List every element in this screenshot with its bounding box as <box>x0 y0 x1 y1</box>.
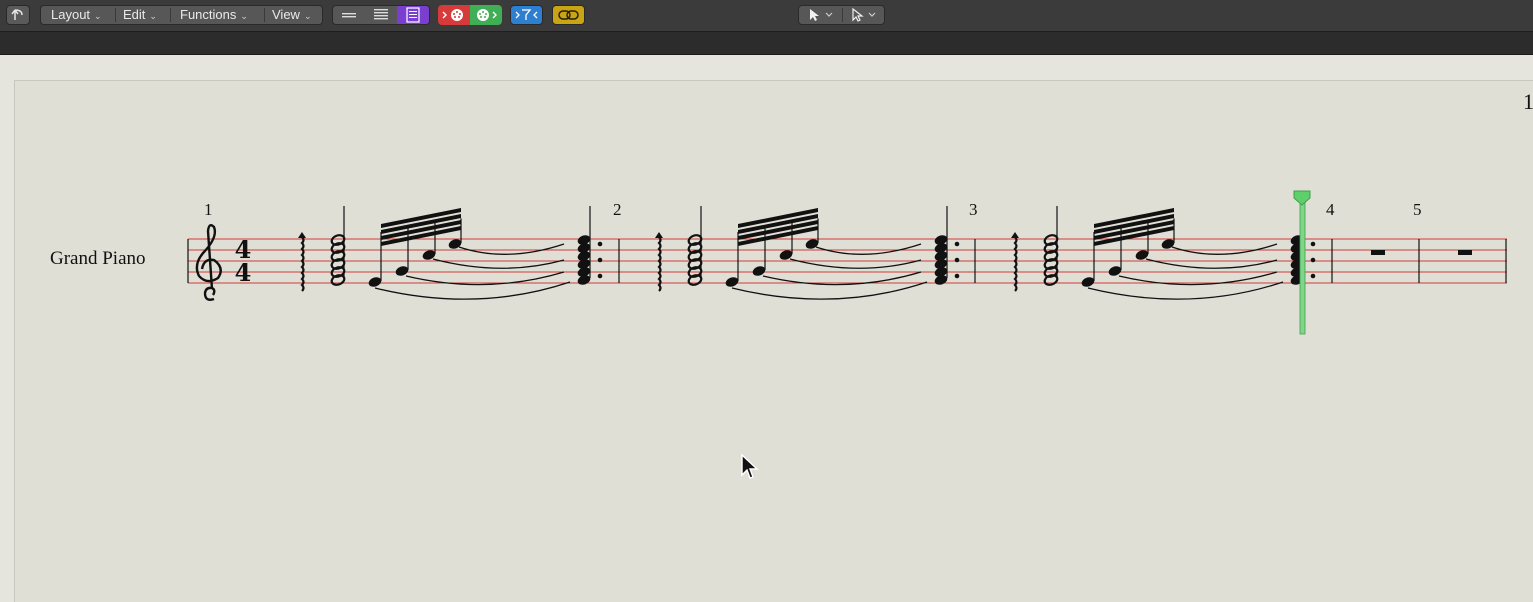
menu-functions[interactable]: Functions ⌄ <box>180 6 248 24</box>
menu-layout[interactable]: Layout ⌄ <box>51 6 102 24</box>
filter-button[interactable] <box>510 5 543 25</box>
menu-layout-label: Layout <box>51 7 91 22</box>
page-icon <box>406 7 420 23</box>
link-icon <box>558 10 579 20</box>
note-head <box>1081 277 1095 287</box>
staff-lines <box>188 238 1507 284</box>
midi-in-icon <box>477 9 497 21</box>
treble-clef-icon <box>195 224 222 301</box>
note-head <box>752 266 766 276</box>
chevron-down-icon: ⌄ <box>303 11 312 21</box>
arpeggio-arrow <box>1011 232 1019 238</box>
linear-view-button[interactable] <box>333 6 365 24</box>
arpeggio-arrow <box>655 232 663 238</box>
chevron-down-icon: ⌄ <box>149 11 157 21</box>
tie <box>815 243 922 255</box>
midi-out-button[interactable] <box>438 5 470 25</box>
menu-bar: Layout ⌄ Edit ⌄ Functions ⌄ View ⌄ <box>40 5 323 25</box>
whole-rest <box>1458 250 1472 255</box>
menu-edit[interactable]: Edit ⌄ <box>123 6 157 24</box>
tie <box>789 258 922 269</box>
tie <box>1171 243 1278 255</box>
tie <box>458 243 565 255</box>
augmentation-dot <box>1310 273 1316 279</box>
note-head <box>1108 266 1122 276</box>
link-button[interactable] <box>552 5 585 25</box>
note-head <box>577 235 591 245</box>
augmentation-dot <box>597 273 603 279</box>
whole-rest <box>1371 250 1385 255</box>
chevron-down-icon: ⌄ <box>240 11 248 21</box>
augmentation-dot <box>954 257 960 263</box>
menu-edit-label: Edit <box>123 7 146 22</box>
menu-functions-label: Functions <box>180 7 237 22</box>
staff[interactable]: 4 4 <box>15 81 1533 602</box>
chevron-down-icon: ⌄ <box>94 11 102 21</box>
tie <box>432 258 565 269</box>
score-toolbar: Layout ⌄ Edit ⌄ Functions ⌄ View ⌄ <box>0 0 1533 32</box>
note-head <box>368 277 382 287</box>
note-head <box>934 235 948 245</box>
augmentation-dot <box>954 241 960 247</box>
augmentation-dot <box>1310 257 1316 263</box>
view-mode-segment <box>332 5 430 25</box>
arpeggio-line <box>1013 236 1018 292</box>
augmentation-dot <box>597 257 603 263</box>
pointer-tool-alt-icon <box>852 7 876 22</box>
augmentation-dot <box>954 273 960 279</box>
page-view-button[interactable] <box>397 6 429 24</box>
wrapped-view-button[interactable] <box>365 6 397 24</box>
tie <box>1145 258 1278 269</box>
note-head <box>725 277 739 287</box>
note-head <box>395 266 409 276</box>
time-signature-denominator: 4 <box>235 258 252 287</box>
right-click-tool[interactable] <box>843 6 886 24</box>
secondary-bar <box>0 32 1533 55</box>
left-click-tool[interactable] <box>799 6 842 24</box>
filter-icon <box>515 9 538 20</box>
tool-segment <box>798 5 885 25</box>
menu-view[interactable]: View ⌄ <box>272 6 312 24</box>
mouse-cursor-icon <box>741 453 759 479</box>
augmentation-dot <box>597 241 603 247</box>
arpeggio-arrow <box>298 232 306 238</box>
measures <box>298 206 1316 300</box>
arpeggio-line <box>300 236 305 292</box>
back-button[interactable] <box>6 5 30 25</box>
score-page: 1 Grand Piano 1 2 3 4 5 4 4 <box>14 80 1533 602</box>
single-line-icon <box>342 13 356 18</box>
menu-view-label: View <box>272 7 300 22</box>
arpeggio-line <box>657 236 662 292</box>
pointer-tool-icon <box>810 9 833 21</box>
midi-in-button[interactable] <box>470 5 502 25</box>
back-arrow-icon <box>11 9 23 20</box>
midi-segment <box>438 5 502 25</box>
augmentation-dot <box>1310 241 1316 247</box>
midi-out-icon <box>442 9 463 21</box>
multi-line-icon <box>374 9 388 20</box>
